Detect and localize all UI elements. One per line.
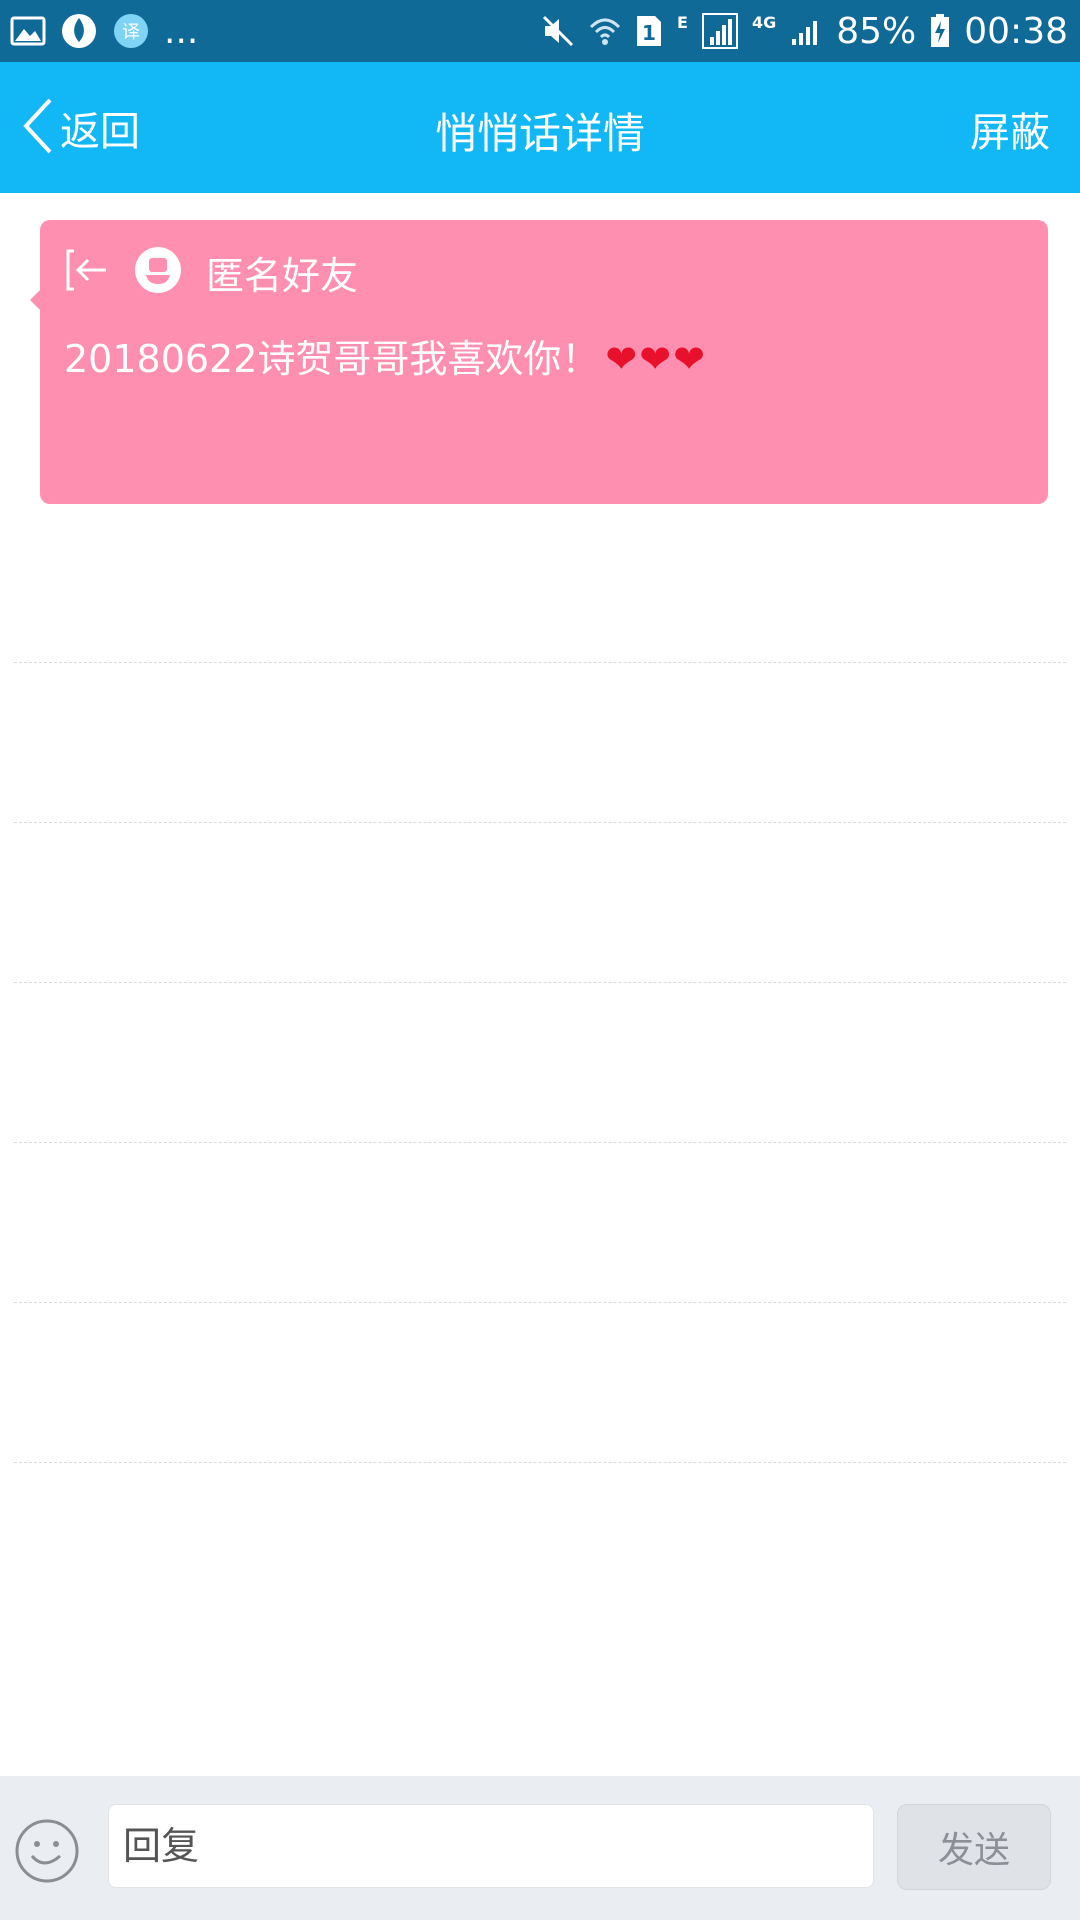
emoji-icon [15, 1819, 79, 1883]
divider-line [14, 822, 1066, 823]
emoji-button[interactable] [14, 1818, 80, 1888]
signal-icon [790, 15, 822, 47]
reply-input[interactable] [108, 1804, 874, 1888]
divider-line [14, 1462, 1066, 1463]
message-header: 匿名好友 [64, 246, 358, 298]
whisper-message-card: 匿名好友 20180622诗贺哥哥我喜欢你！ ❤❤❤ [30, 220, 1048, 504]
reply-bar: 发送 [0, 1776, 1080, 1920]
send-button[interactable]: 发送 [897, 1804, 1051, 1890]
svg-text:译: 译 [122, 22, 140, 43]
sim-icon: 1 [635, 14, 663, 48]
page-title: 悄悄话详情 [434, 109, 645, 158]
divider-line [14, 662, 1066, 663]
incoming-arrow-icon [64, 247, 110, 297]
network-type-e: E [677, 12, 688, 32]
title-bar: 返回 悄悄话详情 屏蔽 [0, 62, 1080, 193]
battery-percentage: 85% [836, 10, 917, 52]
status-bar: 译 ... 1 E 4G 85% 00:38 [0, 0, 1080, 62]
divider-line [14, 1302, 1066, 1303]
translate-icon: 译 [112, 12, 150, 50]
status-bar-notifications: 译 ... [10, 8, 198, 54]
divider-line [14, 982, 1066, 983]
sender-name: 匿名好友 [206, 253, 359, 298]
wifi-icon [589, 15, 621, 47]
block-button[interactable]: 屏蔽 [970, 100, 1050, 158]
divider-line [14, 1142, 1066, 1143]
notification-overflow: ... [164, 10, 199, 52]
mute-icon [541, 14, 575, 48]
card-tail [30, 290, 40, 310]
network-type-4g: 4G [751, 12, 777, 32]
app-notification-icon [60, 12, 98, 50]
message-body: 20180622诗贺哥哥我喜欢你！ [64, 337, 600, 381]
anonymous-avatar-icon [134, 246, 182, 298]
gallery-icon [10, 15, 46, 47]
clock: 00:38 [964, 10, 1068, 52]
message-text: 20180622诗贺哥哥我喜欢你！ ❤❤❤ [64, 328, 707, 383]
sim-slot-number: 1 [642, 21, 656, 45]
status-bar-system: 1 E 4G 85% 00:38 [541, 8, 1068, 54]
heart-emoji: ❤❤❤ [605, 337, 707, 381]
battery-charging-icon [930, 14, 950, 48]
signal-icon [701, 13, 738, 49]
